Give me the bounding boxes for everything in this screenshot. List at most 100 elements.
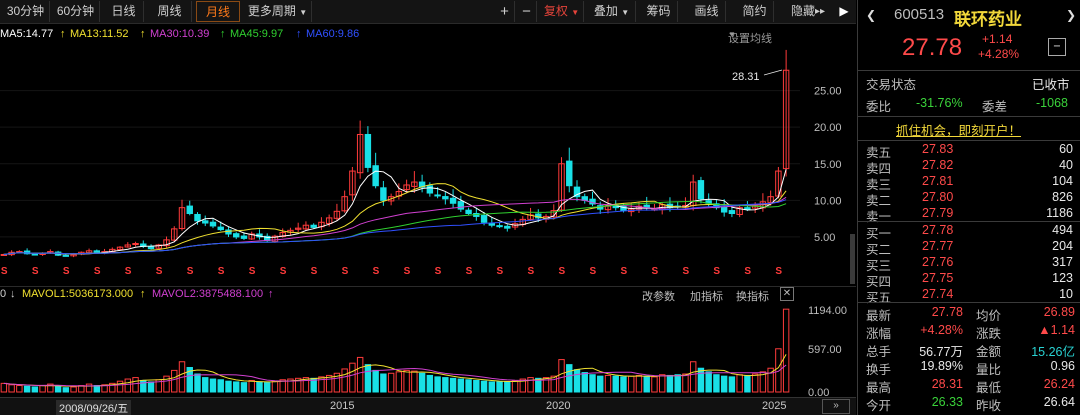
bid-row[interactable]: 买一 27.78 494	[858, 223, 1080, 241]
y-tick-label: 5.00	[814, 232, 835, 244]
close-icon[interactable]: ✕	[780, 287, 794, 301]
up-arrow-icon: ↑	[220, 28, 226, 40]
period-30min[interactable]: 30分钟	[2, 1, 50, 22]
dividend-marker[interactable]: S	[32, 266, 39, 277]
adjust-price-dropdown[interactable]: 复权 ▼	[540, 1, 584, 22]
volume-bar	[612, 375, 619, 393]
ask-price: 27.82	[922, 158, 954, 172]
dividend-marker[interactable]: S	[651, 266, 658, 277]
status-value: 已收市	[1032, 78, 1070, 92]
volume-bar	[217, 379, 224, 393]
dividend-marker[interactable]: S	[559, 266, 566, 277]
ask-row[interactable]: 卖一 27.79 1186	[858, 206, 1080, 224]
volume-bar	[651, 376, 658, 393]
chips-button[interactable]: 筹码	[640, 1, 678, 22]
prev-stock-icon[interactable]: ❮	[866, 8, 876, 22]
candle-body	[364, 133, 372, 168]
caret-down-icon: ▼	[299, 8, 308, 17]
volume-bar	[597, 375, 604, 393]
dividend-marker[interactable]: S	[218, 266, 225, 277]
dividend-marker[interactable]: S	[63, 266, 70, 277]
divider	[858, 302, 1080, 303]
caret-down-icon: ▼	[621, 8, 630, 17]
scrollbar[interactable]	[850, 234, 855, 284]
period-monthly[interactable]: 月线	[196, 1, 240, 22]
dividend-marker[interactable]: S	[497, 266, 504, 277]
volume-bar	[434, 376, 441, 393]
zoom-out-button[interactable]: −	[517, 1, 537, 22]
promo-banner[interactable]: 抓住机会，即刻开户！	[858, 120, 1080, 138]
stat-value: 27.78	[931, 305, 963, 319]
bid-volume: 10	[1059, 287, 1073, 301]
dividend-marker[interactable]: S	[590, 266, 597, 277]
ask-row[interactable]: 卖四 27.82 40	[858, 158, 1080, 176]
simple-mode-button[interactable]: 简约	[736, 1, 774, 22]
stat-label: 金额	[976, 345, 1002, 359]
bid-row[interactable]: 买三 27.76 317	[858, 255, 1080, 273]
dividend-marker[interactable]: S	[311, 266, 318, 277]
candle-body	[457, 201, 465, 210]
expand-panel-icon[interactable]: ▶	[834, 1, 854, 22]
dividend-marker[interactable]: S	[249, 266, 256, 277]
weibi-value: -31.76%	[916, 96, 963, 110]
next-stock-icon[interactable]: ❯	[1066, 8, 1076, 22]
ask-row[interactable]: 卖三 27.81 104	[858, 174, 1080, 192]
ask-row[interactable]: 卖二 27.80 826	[858, 190, 1080, 208]
dividend-marker[interactable]: S	[373, 266, 380, 277]
volume-bar	[147, 381, 155, 393]
draw-line-button[interactable]: 画线	[688, 1, 726, 22]
more-periods-dropdown[interactable]: 更多周期 ▼	[244, 1, 312, 22]
overlay-dropdown[interactable]: 叠加 ▼	[588, 1, 636, 22]
volume-bar	[442, 377, 449, 393]
dividend-marker[interactable]: S	[620, 266, 627, 277]
volume-bar	[171, 369, 178, 393]
dividend-marker[interactable]: S	[342, 266, 349, 277]
volume-chart[interactable]: 1194.00 597.00 0.00	[0, 302, 856, 397]
dividend-marker[interactable]: S	[435, 266, 442, 277]
scroll-right-button[interactable]: »	[822, 399, 850, 414]
y-tick-label: 20.00	[814, 122, 842, 134]
dividend-marker[interactable]: S	[713, 266, 720, 277]
volume-bar	[720, 375, 728, 393]
stats-row: 最新 27.78 均价 26.89	[858, 305, 1080, 323]
volume-bar	[705, 371, 712, 393]
bid-row[interactable]: 买四 27.75 123	[858, 271, 1080, 289]
dividend-marker[interactable]: S	[94, 266, 101, 277]
volume-bar	[426, 374, 434, 393]
period-weekly[interactable]: 周线	[148, 1, 192, 22]
volume-bar	[62, 387, 70, 393]
dividend-marker[interactable]: S	[125, 266, 132, 277]
bid-row[interactable]: 买五 27.74 10	[858, 287, 1080, 305]
promo-link[interactable]: 抓住机会，即刻开户！	[896, 120, 1021, 139]
ma30-label: MA30:10.39	[150, 28, 210, 40]
stat-value: 56.77万	[919, 345, 963, 359]
dividend-marker[interactable]: S	[187, 266, 194, 277]
dividend-marker[interactable]: S	[466, 266, 473, 277]
fast-forward-icon[interactable]: ▸▸	[812, 1, 828, 22]
volume-bar	[581, 372, 588, 393]
period-60min[interactable]: 60分钟	[52, 1, 100, 22]
stat-label: 最高	[866, 381, 892, 395]
divider	[858, 140, 1080, 141]
dividend-marker[interactable]: S	[280, 266, 287, 277]
dividend-marker[interactable]: S	[156, 266, 163, 277]
price-chart[interactable]: 5.00 10.00 15.00 20.00 25.00 S S S S S S S S S S S S S S S…	[0, 44, 856, 284]
collapse-button[interactable]: −	[1048, 38, 1066, 56]
current-price: 27.78	[902, 34, 963, 61]
dividend-marker[interactable]: S	[775, 266, 782, 277]
zoom-in-button[interactable]: +	[495, 1, 515, 22]
dividend-marker[interactable]: S	[1, 266, 8, 277]
period-daily[interactable]: 日线	[104, 1, 144, 22]
volume-bar	[93, 385, 101, 393]
dividend-marker[interactable]: S	[528, 266, 535, 277]
dividend-marker[interactable]: S	[404, 266, 411, 277]
price-change: +1.14	[982, 32, 1013, 46]
dividend-marker[interactable]: S	[744, 266, 751, 277]
stock-code: 600513	[894, 6, 945, 23]
bid-row[interactable]: 买二 27.77 204	[858, 239, 1080, 257]
candle-body	[310, 224, 317, 228]
dividend-marker[interactable]: S	[682, 266, 689, 277]
candle-body	[488, 223, 496, 226]
candle-body	[147, 245, 155, 250]
ask-row[interactable]: 卖五 27.83 60	[858, 142, 1080, 160]
